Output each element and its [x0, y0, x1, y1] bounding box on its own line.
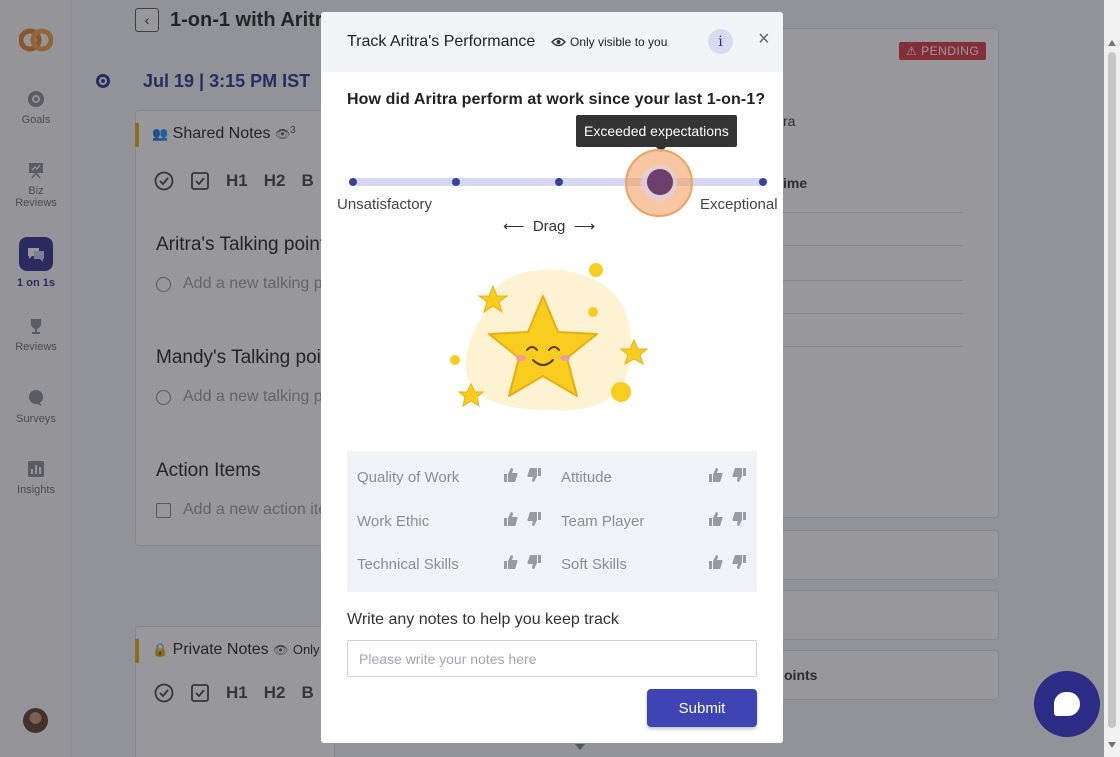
drag-hint-text: Drag: [532, 218, 566, 235]
page-scrollbar[interactable]: [1104, 0, 1120, 757]
rating-slider-thumb[interactable]: [647, 169, 673, 195]
slider-tooltip: Exceeded expectations: [576, 115, 737, 152]
thumbs-up-icon[interactable]: [504, 555, 518, 569]
modal-header: Track Aritra's Performance Only visible …: [321, 12, 783, 72]
thumbs-up-icon[interactable]: [709, 555, 723, 569]
thumbs-down-icon[interactable]: [527, 555, 541, 569]
performance-modal: Track Aritra's Performance Only visible …: [321, 12, 783, 743]
slider-tick[interactable]: [555, 178, 563, 186]
visibility-note: Only visible to you: [551, 35, 667, 49]
chat-launcher-button[interactable]: [1034, 671, 1100, 737]
close-icon[interactable]: ×: [758, 29, 770, 49]
trait-rating-technical: [504, 555, 541, 569]
traits-panel: Quality of Work Attitude Work Ethic Team…: [347, 451, 757, 592]
scroll-thumb[interactable]: [1108, 52, 1116, 728]
slider-max-label: Exceptional: [700, 196, 778, 213]
trait-label: Soft Skills: [561, 556, 627, 573]
thumbs-down-icon[interactable]: [732, 468, 746, 482]
trait-rating-quality: [504, 468, 541, 482]
info-icon[interactable]: i: [708, 29, 733, 54]
trait-label: Technical Skills: [357, 556, 459, 573]
trait-rating-team-player: [709, 512, 746, 526]
trait-rating-work-ethic: [504, 512, 541, 526]
scroll-down-icon[interactable]: [1108, 742, 1116, 748]
chat-bubble-icon: [1054, 692, 1080, 716]
trait-label: Attitude: [561, 469, 612, 486]
happy-star-illustration: [450, 263, 649, 411]
notes-input[interactable]: [347, 640, 757, 677]
slider-tick[interactable]: [349, 178, 357, 186]
chevron-down-icon: [575, 744, 585, 750]
thumbs-down-icon[interactable]: [527, 468, 541, 482]
submit-button[interactable]: Submit: [647, 689, 757, 727]
drag-hint: ⟵ Drag ⟶: [503, 218, 596, 235]
thumbs-up-icon[interactable]: [709, 512, 723, 526]
eye-icon: [551, 37, 566, 47]
thumbs-down-icon[interactable]: [527, 512, 541, 526]
slider-min-label: Unsatisfactory: [337, 196, 433, 213]
thumbs-down-icon[interactable]: [732, 555, 746, 569]
visibility-text: Only visible to you: [570, 35, 668, 49]
thumbs-up-icon[interactable]: [504, 468, 518, 482]
performance-question: How did Aritra perform at work since you…: [347, 91, 766, 108]
trait-rating-attitude: [709, 468, 746, 482]
trait-rating-soft-skills: [709, 555, 746, 569]
thumbs-up-icon[interactable]: [709, 468, 723, 482]
trait-label: Work Ethic: [357, 513, 430, 530]
slider-tick[interactable]: [759, 178, 767, 186]
modal-title: Track Aritra's Performance: [347, 33, 536, 50]
scroll-up-icon[interactable]: [1108, 40, 1116, 46]
slider-tick[interactable]: [452, 178, 460, 186]
notes-label: Write any notes to help you keep track: [347, 611, 619, 628]
thumbs-up-icon[interactable]: [504, 512, 518, 526]
trait-label: Team Player: [561, 513, 645, 530]
thumbs-down-icon[interactable]: [732, 512, 746, 526]
trait-label: Quality of Work: [357, 469, 460, 486]
